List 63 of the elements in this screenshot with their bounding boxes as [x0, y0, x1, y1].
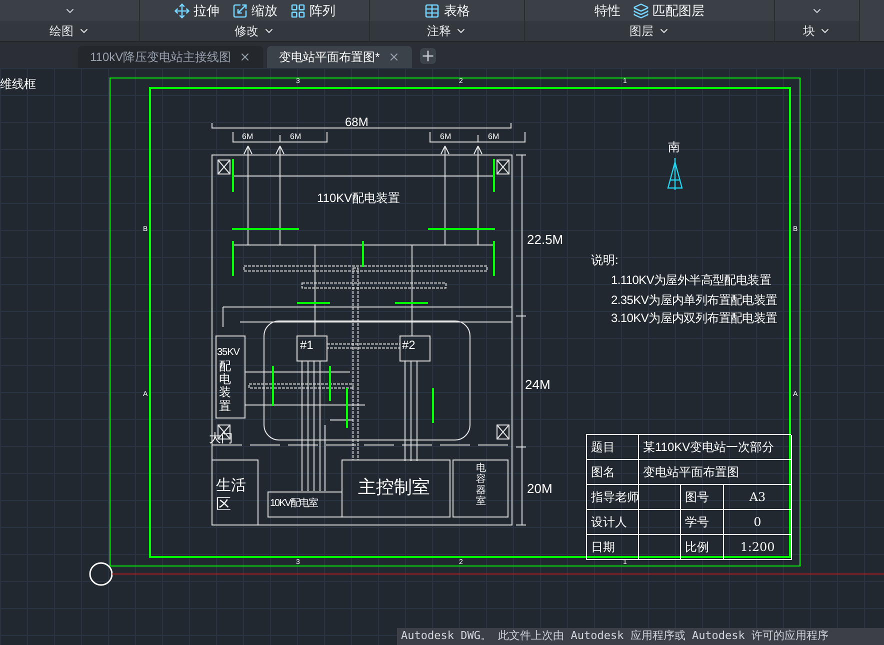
table-cell: 比例 [681, 535, 724, 560]
grid-icon [290, 2, 306, 18]
room-label: 电容器室 [476, 463, 486, 507]
ribbon-panel-title[interactable]: 绘图 [0, 21, 139, 41]
drawing-canvas[interactable] [0, 68, 884, 645]
dimension-label: 6M [440, 133, 452, 141]
table-cell: 图名 [587, 460, 639, 485]
area-label: 110KV配电装置 [317, 192, 400, 204]
note-text: 3.10KV为屋内双列布置配电装置 [611, 312, 778, 324]
ribbon-tool-button[interactable]: 缩放 [232, 0, 278, 20]
dimension-label: 6M [290, 133, 302, 141]
ribbon-tool-button[interactable]: 阵列 [290, 0, 336, 20]
table-cell: 学号 [681, 510, 724, 535]
dimension-label: 22.5M [527, 233, 564, 246]
layers-icon [632, 2, 648, 18]
table-cell [639, 485, 681, 510]
compass-label: 南 [668, 141, 680, 153]
dimension-label: 6M [242, 133, 254, 141]
ribbon-tool-button[interactable]: 特性 [594, 0, 620, 20]
table-cell: 指导老师 [587, 485, 639, 510]
close-icon[interactable] [388, 51, 400, 63]
notes-title: 说明: [591, 254, 618, 266]
ribbon-tool-button[interactable]: 表格 [424, 0, 470, 20]
dimension-label: 24M [525, 378, 550, 391]
table-icon [424, 2, 440, 18]
note-text: 2.35KV为屋内单列布置配电装置 [611, 294, 778, 306]
dimension-label: 6M [488, 133, 500, 141]
room-label: 生活区 [216, 477, 247, 514]
room-label: 10KV配电室 [270, 499, 318, 509]
note-text: 1.110KV为屋外半高型配电装置 [611, 274, 772, 286]
status-message: Autodesk DWG。 此文件上次由 Autodesk 应用程序或 Autodesk 许可的应用程序 [397, 628, 884, 645]
table-cell: 设计人 [587, 510, 639, 535]
table-cell [639, 535, 681, 560]
ribbon-panel-title[interactable]: 修改 [140, 21, 369, 41]
ribbon-panel-title[interactable]: 图层 [525, 21, 774, 41]
file-tab[interactable]: 110kV降压变电站主接线图 [78, 46, 264, 68]
compass-icon [667, 157, 683, 191]
ribbon-panel-title[interactable]: 注释 [370, 21, 524, 41]
table-cell: 某110KV变电站一次部分 [639, 435, 792, 460]
table-cell: 题目 [587, 435, 639, 460]
ribbon-panel-title[interactable]: 块 [775, 21, 859, 41]
file-tab[interactable]: 变电站平面布置图* [267, 46, 412, 68]
room-label: 主控制室 [358, 478, 430, 496]
table-cell [639, 510, 681, 535]
area-label: 35KV [217, 348, 240, 358]
viewport-label[interactable]: 维线框 [0, 78, 36, 90]
table-cell: 0 [724, 510, 792, 535]
area-label: 配电装置 [219, 360, 231, 413]
table-cell: 日期 [587, 535, 639, 560]
transformer-label: #1 [300, 339, 314, 351]
table-cell: 1:200 [724, 535, 792, 560]
table-cell: A3 [724, 485, 792, 510]
transformer-label: #2 [402, 339, 416, 351]
dimension-label: 68M [345, 116, 368, 128]
table-cell: 变电站平面布置图 [639, 460, 792, 485]
dimension-label: 20M [527, 482, 552, 495]
new-tab-icon[interactable] [420, 48, 436, 64]
table-cell: 图号 [681, 485, 724, 510]
scale-icon [232, 2, 248, 18]
move-icon [174, 2, 190, 18]
ribbon-tool-button[interactable]: 拉伸 [174, 0, 220, 20]
close-icon[interactable] [239, 51, 252, 63]
ribbon-tool-button[interactable]: 匹配图层 [632, 0, 704, 20]
